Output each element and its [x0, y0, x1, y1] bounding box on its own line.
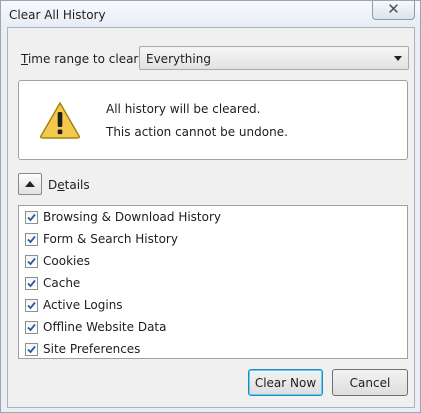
checkbox[interactable]	[25, 255, 38, 268]
history-items-list: Browsing & Download History Form & Searc…	[18, 205, 408, 359]
checkbox[interactable]	[25, 343, 38, 356]
checkmark-icon	[27, 345, 36, 354]
checkmark-icon	[27, 323, 36, 332]
cancel-button[interactable]: Cancel	[332, 369, 408, 396]
list-item-label: Active Logins	[43, 298, 123, 312]
checkbox[interactable]	[25, 321, 38, 334]
warning-triangle-icon	[40, 101, 80, 139]
chevron-up-icon	[25, 181, 35, 187]
list-item-label: Cookies	[43, 254, 90, 268]
clear-history-dialog: Clear All History ✕ Time range to clear:…	[0, 0, 421, 413]
list-item-label: Form & Search History	[43, 232, 178, 246]
checkmark-icon	[27, 301, 36, 310]
checkbox[interactable]	[25, 233, 38, 246]
time-range-select[interactable]: Everything	[139, 46, 409, 70]
checkmark-icon	[27, 235, 36, 244]
warning-undo-note: This action cannot be undone.	[106, 125, 288, 139]
list-item-label: Site Preferences	[43, 342, 141, 356]
close-icon: ✕	[387, 0, 400, 18]
checkbox[interactable]	[25, 277, 38, 290]
checkbox[interactable]	[25, 299, 38, 312]
checkmark-icon	[27, 279, 36, 288]
dialog-title: Clear All History	[9, 8, 106, 22]
dialog-content: Time range to clear: Everything All hist…	[7, 27, 415, 408]
list-item-label: Browsing & Download History	[43, 210, 222, 224]
details-label[interactable]: Details	[48, 178, 90, 192]
close-button[interactable]: ✕	[372, 1, 415, 20]
clear-now-button[interactable]: Clear Now	[248, 369, 323, 396]
warning-box: All history will be cleared. This action…	[18, 80, 408, 160]
details-toggle-button[interactable]	[18, 173, 42, 195]
list-item-label: Offline Website Data	[43, 320, 167, 334]
list-item-label: Cache	[43, 276, 81, 290]
time-range-label: Time range to clear:	[21, 52, 143, 66]
warning-message: All history will be cleared.	[106, 102, 261, 116]
time-range-value: Everything	[146, 52, 211, 66]
checkbox[interactable]	[25, 211, 38, 224]
checkmark-icon	[27, 257, 36, 266]
title-bar: Clear All History ✕	[1, 1, 420, 27]
checkmark-icon	[27, 213, 36, 222]
chevron-down-icon	[394, 56, 402, 61]
